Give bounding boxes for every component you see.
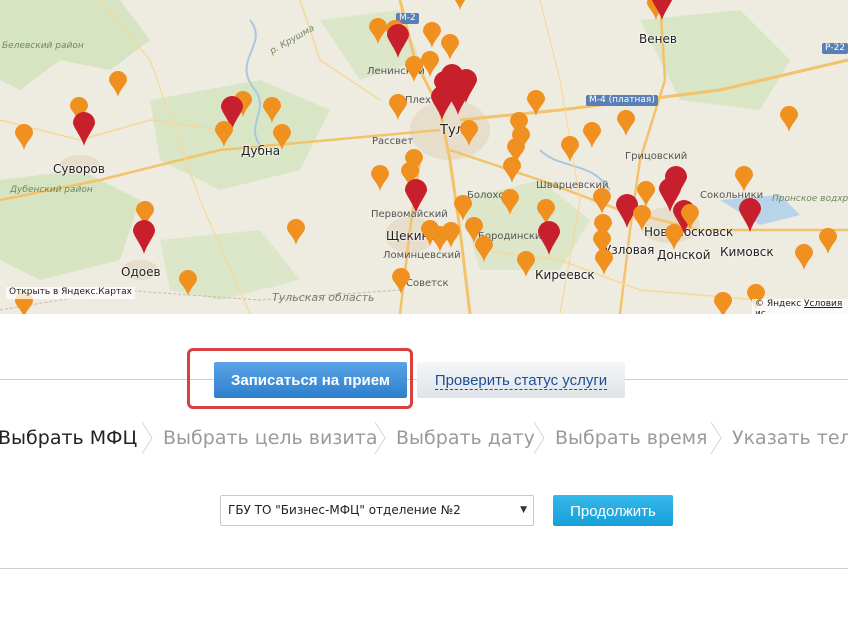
office-pin-orange[interactable] <box>405 56 423 82</box>
office-pin-red[interactable] <box>739 198 761 232</box>
city-label: Донской <box>657 248 711 262</box>
office-pin-orange[interactable] <box>451 0 469 10</box>
chevron-right-icon <box>374 421 386 455</box>
step-select-mfc: Выбрать МФЦ <box>0 427 138 449</box>
yandex-copyright: © Яндекс Условия ис <box>752 299 848 314</box>
office-pin-orange[interactable] <box>460 120 478 146</box>
book-appointment-button[interactable]: Записаться на прием <box>214 362 407 398</box>
city-label: Киреевск <box>535 268 595 282</box>
town-label: Грицовский <box>625 151 688 162</box>
office-pin-orange[interactable] <box>442 222 460 248</box>
office-pin-orange[interactable] <box>369 18 387 44</box>
divider <box>0 568 848 569</box>
city-label: Кимовск <box>720 245 774 259</box>
town-label: Плех <box>405 95 431 106</box>
office-pin-orange[interactable] <box>423 22 441 48</box>
office-pin-orange[interactable] <box>633 205 651 231</box>
office-pin-orange[interactable] <box>795 244 813 270</box>
region-label: Тульская область <box>272 291 375 304</box>
city-label: Венев <box>639 32 677 46</box>
office-pin-orange[interactable] <box>501 189 519 215</box>
office-pin-orange[interactable] <box>527 90 545 116</box>
office-map[interactable]: Белевский район Дубенский район р. Крушм… <box>0 0 848 314</box>
open-in-yandex-link[interactable]: Открыть в Яндекс.Картах <box>6 287 135 299</box>
office-pin-orange[interactable] <box>392 268 410 294</box>
district-label: Дубенский район <box>10 185 93 195</box>
check-status-label: Проверить статус услуги <box>434 372 608 390</box>
booking-steps: Выбрать МФЦ Выбрать цель визита Выбрать … <box>0 420 848 456</box>
office-pin-orange[interactable] <box>441 34 459 60</box>
mfc-select-value: ГБУ ТО "Бизнес-МФЦ" отделение №2 <box>228 503 461 517</box>
check-status-button[interactable]: Проверить статус услуги <box>417 362 625 398</box>
office-pin-orange[interactable] <box>593 188 611 214</box>
road-shield: М-4 (платная) <box>586 95 658 106</box>
chevron-right-icon <box>533 421 545 455</box>
office-pin-red[interactable] <box>405 179 427 213</box>
office-pin-red[interactable] <box>447 81 469 115</box>
office-pin-orange[interactable] <box>215 121 233 147</box>
chevron-right-icon <box>141 421 153 455</box>
town-label: Рассвет <box>372 136 414 147</box>
office-pin-orange[interactable] <box>735 166 753 192</box>
office-pin-orange[interactable] <box>780 106 798 132</box>
office-pin-orange[interactable] <box>583 122 601 148</box>
office-pin-orange[interactable] <box>665 224 683 250</box>
district-label: Белевский район <box>2 41 84 51</box>
office-pin-orange[interactable] <box>475 236 493 262</box>
office-pin-orange[interactable] <box>371 165 389 191</box>
road-shield: Р-22 <box>822 43 848 54</box>
office-pin-orange[interactable] <box>179 270 197 296</box>
mfc-select[interactable]: ГБУ ТО "Бизнес-МФЦ" отделение №2 ▼ <box>220 495 534 526</box>
office-pin-orange[interactable] <box>819 228 837 254</box>
office-pin-orange[interactable] <box>714 292 732 314</box>
office-pin-orange[interactable] <box>503 157 521 183</box>
office-pin-orange[interactable] <box>389 94 407 120</box>
office-pin-orange[interactable] <box>109 71 127 97</box>
office-pin-orange[interactable] <box>263 97 281 123</box>
office-pin-orange[interactable] <box>637 181 655 207</box>
city-label: Суворов <box>53 162 105 176</box>
step-enter-phone: Указать теле <box>732 427 848 449</box>
caret-down-icon: ▼ <box>520 505 527 515</box>
town-label: Советск <box>406 278 449 289</box>
office-pin-orange[interactable] <box>15 124 33 150</box>
office-pin-red[interactable] <box>651 0 673 20</box>
office-pin-orange[interactable] <box>517 251 535 277</box>
office-pin-red[interactable] <box>133 220 155 254</box>
office-pin-red[interactable] <box>538 221 560 255</box>
office-pin-orange[interactable] <box>561 136 579 162</box>
town-label: Ломинцевский <box>383 250 461 261</box>
office-pin-red[interactable] <box>387 24 409 58</box>
office-pin-orange[interactable] <box>595 249 613 275</box>
step-select-date: Выбрать дату <box>396 427 535 449</box>
office-pin-orange[interactable] <box>617 110 635 136</box>
continue-button[interactable]: Продолжить <box>553 495 673 526</box>
office-pin-orange[interactable] <box>273 124 291 150</box>
office-pin-red[interactable] <box>73 112 95 146</box>
office-pin-orange[interactable] <box>681 204 699 230</box>
step-select-purpose: Выбрать цель визита <box>163 427 378 449</box>
reservoir-label: Пронское водхр. <box>772 194 848 204</box>
office-pin-orange[interactable] <box>287 219 305 245</box>
office-pin-orange[interactable] <box>512 126 530 152</box>
city-label: Одоев <box>121 265 161 279</box>
chevron-right-icon <box>710 421 722 455</box>
step-select-time: Выбрать время <box>555 427 708 449</box>
